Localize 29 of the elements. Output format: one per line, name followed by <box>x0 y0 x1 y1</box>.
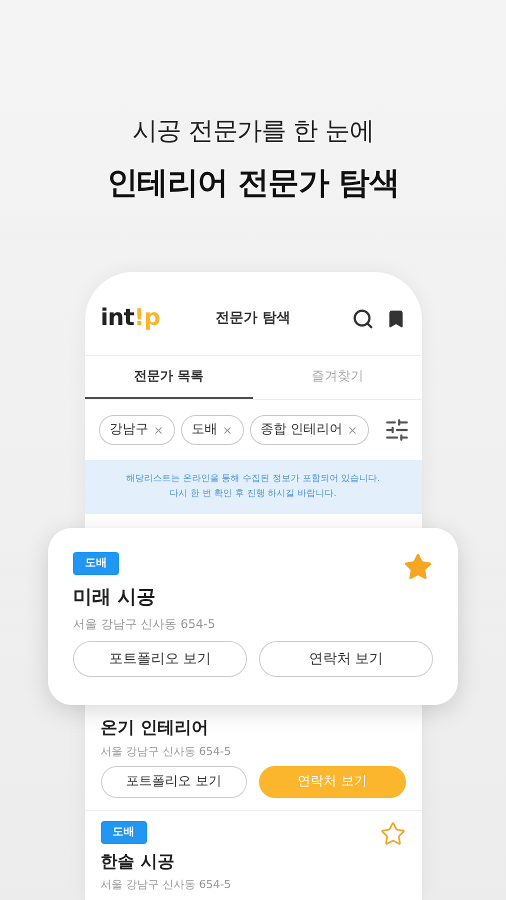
expert-name: 한솔 시공 <box>100 850 174 874</box>
notice-text: 해당리스트는 온라인을 통해 수집된 정보가 포함되어 있습니다. <box>126 473 380 486</box>
star-icon[interactable] <box>403 552 433 582</box>
star-icon[interactable] <box>380 821 406 847</box>
category-tag: 도배 <box>73 552 119 574</box>
portfolio-button[interactable]: 포트폴리오 보기 <box>73 641 247 677</box>
expert-address: 서울 강남구 신사동 654-5 <box>100 744 232 760</box>
filter-chip[interactable]: 도배 <box>180 415 244 445</box>
notice-text: 다시 한 번 확인 후 진행 하시길 바랍니다. <box>170 488 336 501</box>
expert-address: 서울 강남구 신사동 654-5 <box>100 877 232 893</box>
filter-settings-icon[interactable] <box>384 417 410 443</box>
app-logo: int!p <box>100 304 161 334</box>
portfolio-button[interactable]: 포트폴리오 보기 <box>100 766 247 798</box>
filter-chip[interactable]: 종합 인테리어 <box>250 415 368 445</box>
search-icon[interactable] <box>352 308 374 330</box>
headline-title: 인테리어 전문가 탐색 <box>106 164 400 202</box>
filter-chip[interactable]: 강남구 <box>98 415 174 445</box>
expert-name: 온기 인테리어 <box>100 717 208 740</box>
featured-card[interactable]: 도배 미래 시공 서울 강남구 신사동 654-5 포트폴리오 보기 연락처 보기 <box>48 528 458 705</box>
remove-icon[interactable] <box>152 424 164 436</box>
category-tag: 도배 <box>100 821 146 844</box>
contact-button[interactable]: 연락처 보기 <box>259 641 433 677</box>
tab[interactable]: 전문가 목록 <box>84 356 253 399</box>
remove-icon[interactable] <box>222 424 232 436</box>
headline-subtitle: 시공 전문가를 한 눈에 <box>132 115 374 147</box>
screen-title: 전문가 탐색 <box>214 309 292 328</box>
expert-name: 미래 시공 <box>73 584 156 610</box>
remove-icon[interactable] <box>346 424 358 436</box>
expert-address: 서울 강남구 신사동 654-5 <box>73 616 216 633</box>
